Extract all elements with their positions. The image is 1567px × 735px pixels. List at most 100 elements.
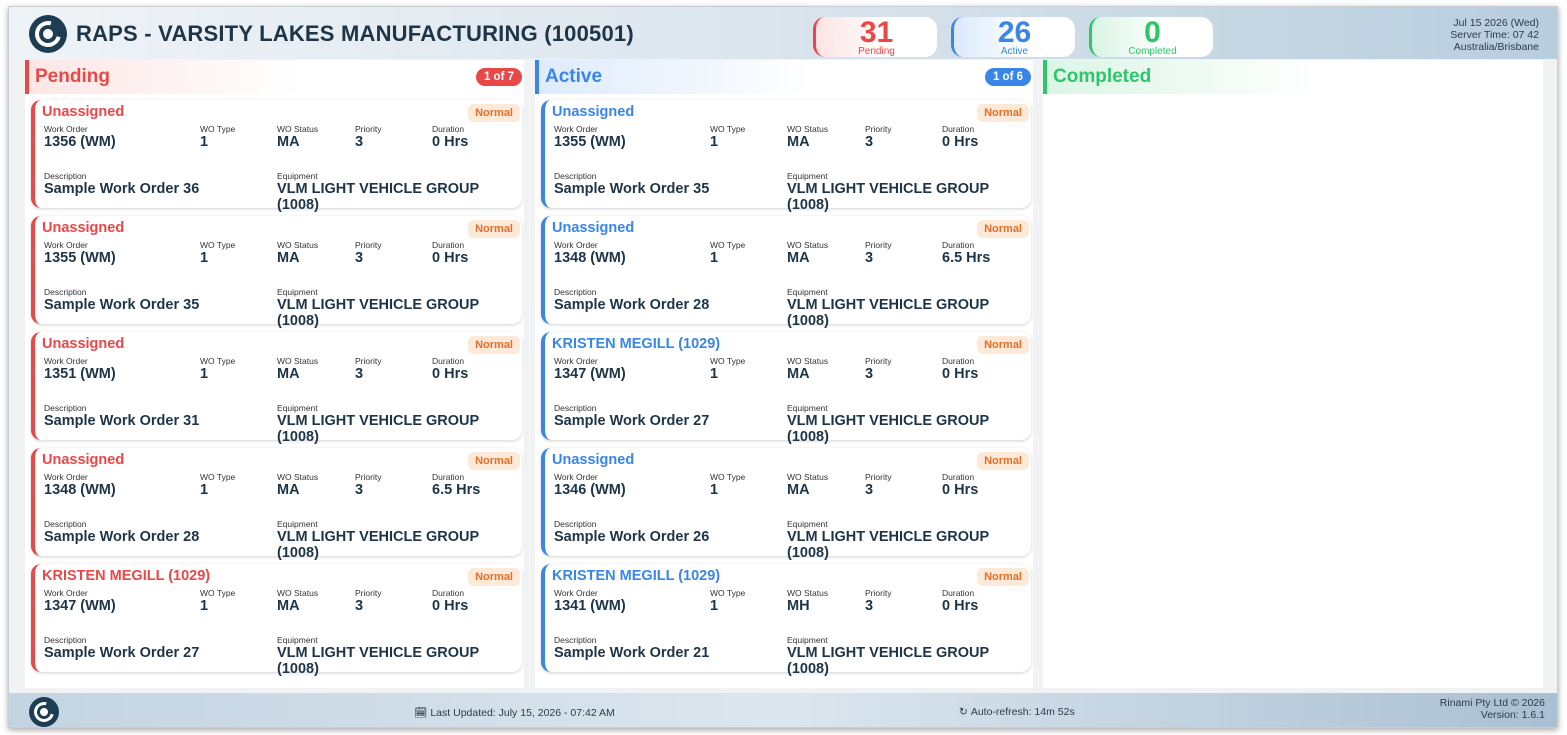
equipment-value: VLM LIGHT VEHICLE GROUP (1008) [277, 413, 479, 445]
field-label: Work Order [44, 588, 88, 598]
assignee: Unassigned [552, 452, 635, 468]
field-label: WO Status [787, 356, 829, 366]
priority-value: 3 [355, 598, 364, 614]
field-label: Description [554, 403, 597, 413]
description-value: Sample Work Order 26 [554, 529, 710, 545]
copyright-text: Rinami Pty Ltd © 2026 [1439, 697, 1545, 709]
work-order-value: 1355 (WM) [44, 250, 116, 266]
completed-count: 0 [1144, 16, 1161, 49]
equipment-value: VLM LIGHT VEHICLE GROUP (1008) [787, 529, 989, 561]
work-order-value: 1346 (WM) [554, 482, 626, 498]
wo-status-value: MA [277, 598, 300, 614]
duration-value: 0 Hrs [942, 134, 979, 150]
work-order-card[interactable]: KRISTEN MEGILL (1029) Normal Work Order 134… [541, 332, 1031, 445]
wo-status-field: WO Status MA [787, 124, 828, 150]
description-value: Sample Work Order 35 [44, 297, 200, 313]
field-label: Equipment [277, 287, 318, 297]
completed-column: Completed [1043, 60, 1543, 688]
server-info: Jul 15 2026 (Wed) Server Time: 07 42 Aus… [1450, 17, 1539, 53]
field-label: Equipment [787, 635, 828, 645]
work-order-card[interactable]: Unassigned Normal Work Order 1351 (WM) WO Ty… [31, 332, 522, 445]
pending-count-tile[interactable]: 31 Pending [813, 17, 937, 57]
field-label: Work Order [554, 588, 598, 598]
duration-value: 0 Hrs [432, 366, 469, 382]
equipment-field: Equipment VLM LIGHT VEHICLE GROUP (1008) [787, 287, 1031, 329]
description-field: Description Sample Work Order 35 [44, 287, 199, 313]
equipment-value: VLM LIGHT VEHICLE GROUP (1008) [787, 297, 989, 329]
wo-type-value: 1 [710, 482, 719, 498]
field-label: Work Order [44, 472, 88, 482]
field-label: WO Status [277, 240, 319, 250]
duration-field: Duration 0 Hrs [942, 588, 978, 614]
wo-type-value: 1 [710, 366, 719, 382]
raps-logo-icon [29, 15, 67, 53]
wo-type-value: 1 [200, 250, 209, 266]
description-value: Sample Work Order 27 [554, 413, 710, 429]
field-label: Description [554, 171, 597, 181]
field-label: Priority [355, 240, 382, 250]
work-order-value: 1356 (WM) [44, 134, 116, 150]
priority-badge: Normal [468, 336, 520, 354]
work-order-card[interactable]: Unassigned Normal Work Order 1346 (WM) WO Ty… [541, 448, 1031, 561]
field-label: WO Type [710, 124, 746, 134]
description-field: Description Sample Work Order 27 [554, 403, 709, 429]
priority-field: Priority 3 [865, 356, 891, 382]
work-order-field: Work Order 1351 (WM) [44, 356, 116, 382]
active-pager-badge: 1 of 6 [984, 68, 1031, 86]
work-order-card[interactable]: Unassigned Normal Work Order 1348 (WM) WO Ty… [31, 448, 522, 561]
wo-type-field: WO Type 1 [710, 240, 745, 266]
completed-count-tile[interactable]: 0 Completed [1089, 17, 1213, 57]
priority-value: 3 [865, 366, 874, 382]
wo-type-field: WO Type 1 [710, 588, 745, 614]
priority-field: Priority 3 [865, 240, 891, 266]
wo-status-field: WO Status MA [787, 356, 828, 382]
priority-field: Priority 3 [355, 588, 381, 614]
field-label: WO Status [277, 588, 319, 598]
priority-badge: Normal [468, 452, 520, 470]
duration-value: 0 Hrs [432, 598, 469, 614]
assignee: Unassigned [42, 336, 125, 352]
work-order-value: 1348 (WM) [554, 250, 626, 266]
equipment-field: Equipment VLM LIGHT VEHICLE GROUP (1008) [277, 403, 522, 445]
work-order-field: Work Order 1347 (WM) [44, 588, 116, 614]
work-order-card[interactable]: KRISTEN MEGILL (1029) Normal Work Order 134… [541, 564, 1031, 677]
active-count-tile[interactable]: 26 Active [951, 17, 1075, 57]
equipment-value: VLM LIGHT VEHICLE GROUP (1008) [787, 645, 989, 677]
pending-count: 31 [859, 16, 894, 49]
field-label: Equipment [787, 287, 828, 297]
priority-badge: Normal [977, 220, 1029, 238]
priority-value: 3 [865, 482, 874, 498]
priority-badge: Normal [468, 104, 520, 122]
field-label: Equipment [787, 171, 828, 181]
description-value: Sample Work Order 31 [44, 413, 200, 429]
work-order-card[interactable]: Unassigned Normal Work Order 1355 (WM) WO Ty… [541, 100, 1031, 213]
work-order-card[interactable]: KRISTEN MEGILL (1029) Normal Work Order 134… [31, 564, 522, 677]
field-label: Priority [355, 124, 382, 134]
wo-status-value: MA [787, 482, 810, 498]
field-label: WO Status [277, 472, 319, 482]
description-field: Description Sample Work Order 35 [554, 171, 709, 197]
work-order-field: Work Order 1341 (WM) [554, 588, 626, 614]
field-label: Duration [942, 240, 975, 250]
equipment-field: Equipment VLM LIGHT VEHICLE GROUP (1008) [787, 519, 1031, 561]
field-label: Work Order [554, 472, 598, 482]
field-label: Equipment [277, 635, 318, 645]
duration-field: Duration 0 Hrs [942, 124, 978, 150]
work-order-card[interactable]: Unassigned Normal Work Order 1356 (WM) WO Ty… [31, 100, 522, 213]
field-label: Duration [942, 356, 975, 366]
field-label: Description [554, 635, 597, 645]
refresh-icon: ↻ [959, 706, 968, 718]
assignee: Unassigned [42, 220, 125, 236]
priority-badge: Normal [977, 336, 1029, 354]
work-order-card[interactable]: Unassigned Normal Work Order 1355 (WM) WO Ty… [31, 216, 522, 329]
assignee: Unassigned [42, 452, 125, 468]
field-label: WO Type [200, 240, 236, 250]
field-label: Description [44, 287, 87, 297]
duration-value: 0 Hrs [432, 134, 469, 150]
work-order-card[interactable]: Unassigned Normal Work Order 1348 (WM) WO Ty… [541, 216, 1031, 329]
active-card-list: Unassigned Normal Work Order 1355 (WM) WO Ty… [535, 94, 1033, 688]
equipment-field: Equipment VLM LIGHT VEHICLE GROUP (1008) [787, 171, 1031, 213]
work-order-field: Work Order 1346 (WM) [554, 472, 626, 498]
equipment-field: Equipment VLM LIGHT VEHICLE GROUP (1008) [277, 635, 522, 677]
field-label: WO Status [277, 124, 319, 134]
